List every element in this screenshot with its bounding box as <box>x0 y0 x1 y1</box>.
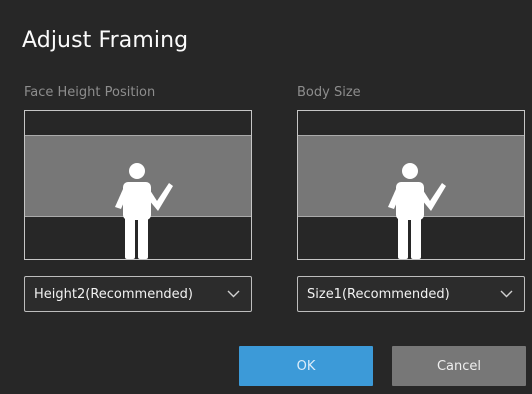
chevron-down-icon <box>500 290 513 298</box>
cancel-button[interactable]: Cancel <box>392 346 526 386</box>
dialog-title: Adjust Framing <box>22 28 189 53</box>
face-height-dropdown[interactable]: Height2(Recommended) <box>24 276 252 312</box>
chevron-down-icon <box>227 290 240 298</box>
body-size-preview <box>297 110 525 260</box>
body-size-selected: Size1(Recommended) <box>307 287 450 302</box>
person-waving-icon <box>388 163 446 259</box>
face-height-label: Face Height Position <box>24 85 156 100</box>
body-size-label: Body Size <box>297 85 361 100</box>
face-height-preview <box>24 110 252 260</box>
adjust-framing-dialog: Adjust Framing Face Height Position Heig… <box>0 0 532 394</box>
face-height-selected: Height2(Recommended) <box>34 287 194 302</box>
body-size-dropdown[interactable]: Size1(Recommended) <box>297 276 525 312</box>
ok-button[interactable]: OK <box>239 346 373 386</box>
person-waving-icon <box>115 163 173 259</box>
